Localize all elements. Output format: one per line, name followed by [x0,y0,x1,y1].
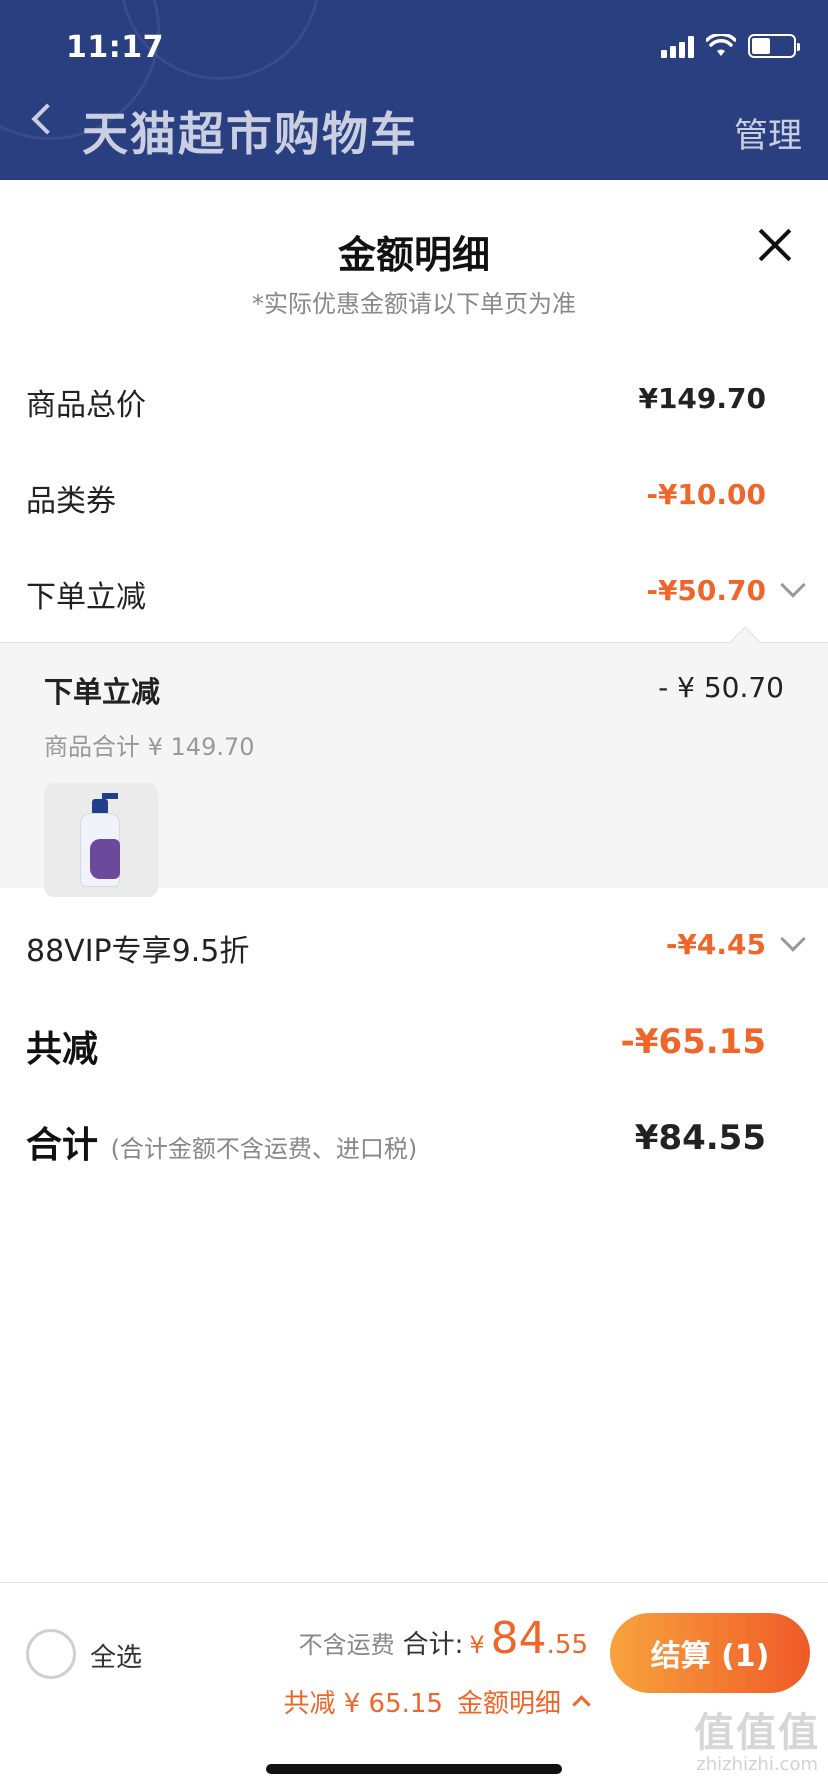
row-value: -¥50.70 [646,574,766,607]
amount-detail-link[interactable]: 金额明细 [457,1683,561,1720]
row-value: ¥84.55 [634,1118,766,1158]
grand-total-note: (合计金额不含运费、进口税) [110,1135,418,1163]
row-order-discount[interactable]: 下单立减 -¥50.70 [0,562,828,622]
row-goods-total: 商品总价 ¥149.70 [0,370,828,430]
battery-icon [748,34,800,58]
total-integer: 84 [490,1613,547,1664]
checkout-button[interactable]: 结算 (1) [610,1613,810,1693]
sheet-subtitle: *实际优惠金额请以下单页为准 [252,290,576,318]
select-all-radio[interactable] [26,1629,76,1679]
reduce-text: 共减 ¥ 65.15 [283,1689,443,1719]
detail-title: 下单立减 [44,675,161,709]
chevron-down-icon[interactable] [780,572,806,598]
signal-icon [661,34,694,58]
row-label: 共减 [26,1029,99,1070]
header-bar: 11:17 天猫超市购物车 管理 [0,0,828,180]
exclude-shipping-text: 不含运费 [298,1631,395,1659]
shampoo-bottle-icon [78,793,122,887]
row-label: 88VIP专享9.5折 [26,934,250,969]
currency-symbol: ¥ [469,1631,485,1659]
row-label: 下单立减 [26,580,146,615]
total-label: 合计: [402,1630,464,1660]
row-grand-total: 合计 (合计金额不含运费、进口税) ¥84.55 [0,1106,828,1166]
row-value: -¥10.00 [646,478,766,511]
detail-subtotal: 商品合计 ¥ 149.70 [44,733,255,761]
order-discount-detail-panel: 下单立减 - ¥ 50.70 商品合计 ¥ 149.70 [0,626,828,897]
page-title: 天猫超市购物车 [82,107,418,161]
total-decimal: .55 [546,1630,588,1660]
row-value: -¥65.15 [620,1022,766,1062]
close-icon[interactable] [758,228,792,262]
watermark-url: zhizhizhi.com [696,1754,818,1775]
reduce-summary[interactable]: 共减 ¥ 65.15 金额明细 [283,1683,591,1720]
row-category-coupon: 品类券 -¥10.00 [0,466,828,526]
chevron-down-icon[interactable] [780,926,806,952]
select-all-label[interactable]: 全选 [90,1637,142,1674]
row-total-reduce: 共减 -¥65.15 [0,1010,828,1070]
row-label: 品类券 [26,484,116,519]
wifi-icon [706,34,736,56]
manage-button[interactable]: 管理 [734,108,802,157]
status-time: 11:17 [66,30,164,65]
watermark-logo: 值值值 [694,1710,820,1756]
total-summary: 不含运费 合计: ¥ 84 .55 [299,1613,588,1664]
panel-notch [729,626,761,658]
status-icons [661,34,800,58]
grand-total-label: 合计 [26,1125,99,1166]
product-thumbnail[interactable] [44,783,158,897]
row-label: 商品总价 [26,388,146,423]
row-label: 合计 (合计金额不含运费、进口税) [26,1116,417,1168]
home-indicator[interactable] [266,1764,562,1774]
sheet-title: 金额明细 [337,233,490,277]
chevron-up-icon[interactable] [572,1695,591,1714]
row-value: -¥4.45 [665,928,766,961]
amount-detail-sheet: 金额明细 *实际优惠金额请以下单页为准 商品总价 ¥149.70 品类券 -¥1… [0,180,828,1792]
detail-value: - ¥ 50.70 [658,671,784,704]
row-vip-discount[interactable]: 88VIP专享9.5折 -¥4.45 [0,916,828,976]
row-value: ¥149.70 [638,382,766,415]
